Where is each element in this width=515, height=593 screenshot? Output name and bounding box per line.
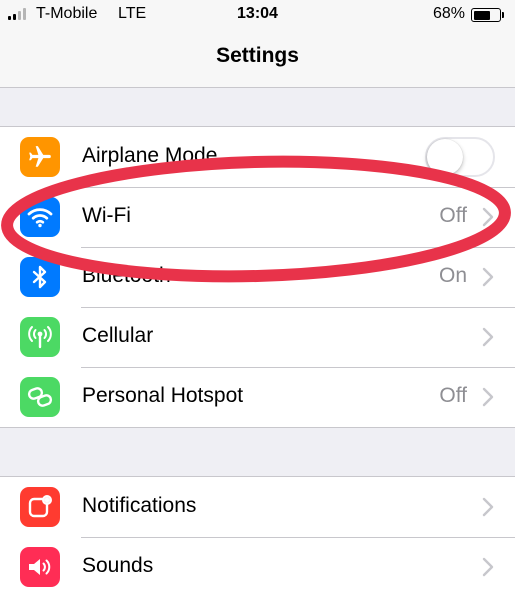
chevron-right-icon (482, 387, 494, 407)
wifi-label: Wi-Fi (82, 204, 131, 227)
airplane-mode-toggle[interactable] (425, 137, 495, 177)
chevron-right-icon (482, 327, 494, 347)
wifi-icon (20, 197, 60, 237)
bluetooth-icon (20, 257, 60, 297)
cellular-label: Cellular (82, 324, 154, 347)
airplane-mode-label: Airplane Mode (82, 144, 218, 167)
alerts-settings-group: Notifications Sounds (0, 476, 515, 593)
settings-screen: T-Mobile LTE 13:04 68% Settings Airplane… (0, 0, 515, 593)
notifications-label: Notifications (82, 494, 197, 517)
cellular-antenna-icon (20, 317, 60, 357)
bluetooth-label: Bluetooth (82, 264, 171, 287)
settings-row-cellular[interactable]: Cellular (0, 307, 515, 367)
top-bar: T-Mobile LTE 13:04 68% Settings (0, 0, 515, 88)
speaker-icon (20, 547, 60, 587)
personal-hotspot-status-value: Off (439, 384, 467, 407)
settings-row-sounds[interactable]: Sounds (0, 537, 515, 593)
page-title: Settings (216, 44, 299, 67)
personal-hotspot-label: Personal Hotspot (82, 384, 244, 407)
sounds-label: Sounds (82, 554, 154, 577)
wifi-status-value: Off (439, 204, 467, 227)
settings-row-bluetooth[interactable]: Bluetooth On (0, 247, 515, 307)
settings-row-airplane-mode: Airplane Mode (0, 127, 515, 187)
hotspot-link-icon (20, 377, 60, 417)
battery-percentage: 68% (432, 5, 465, 22)
chevron-right-icon (482, 207, 494, 227)
chevron-right-icon (482, 267, 494, 287)
battery-level-fill (473, 10, 490, 20)
chevron-right-icon (482, 497, 494, 517)
settings-row-wifi[interactable]: Wi-Fi Off (0, 187, 515, 247)
bluetooth-status-value: On (438, 264, 467, 287)
battery-icon (471, 8, 504, 22)
connectivity-settings-group: Airplane Mode Wi-Fi Off Bluetooth On Cel… (0, 126, 515, 428)
airplane-icon (20, 137, 60, 177)
settings-row-personal-hotspot[interactable]: Personal Hotspot Off (0, 367, 515, 427)
settings-row-notifications[interactable]: Notifications (0, 477, 515, 537)
notifications-icon (20, 487, 60, 527)
toggle-knob (427, 139, 463, 175)
chevron-right-icon (482, 557, 494, 577)
status-bar: T-Mobile LTE 13:04 68% (0, 0, 515, 30)
